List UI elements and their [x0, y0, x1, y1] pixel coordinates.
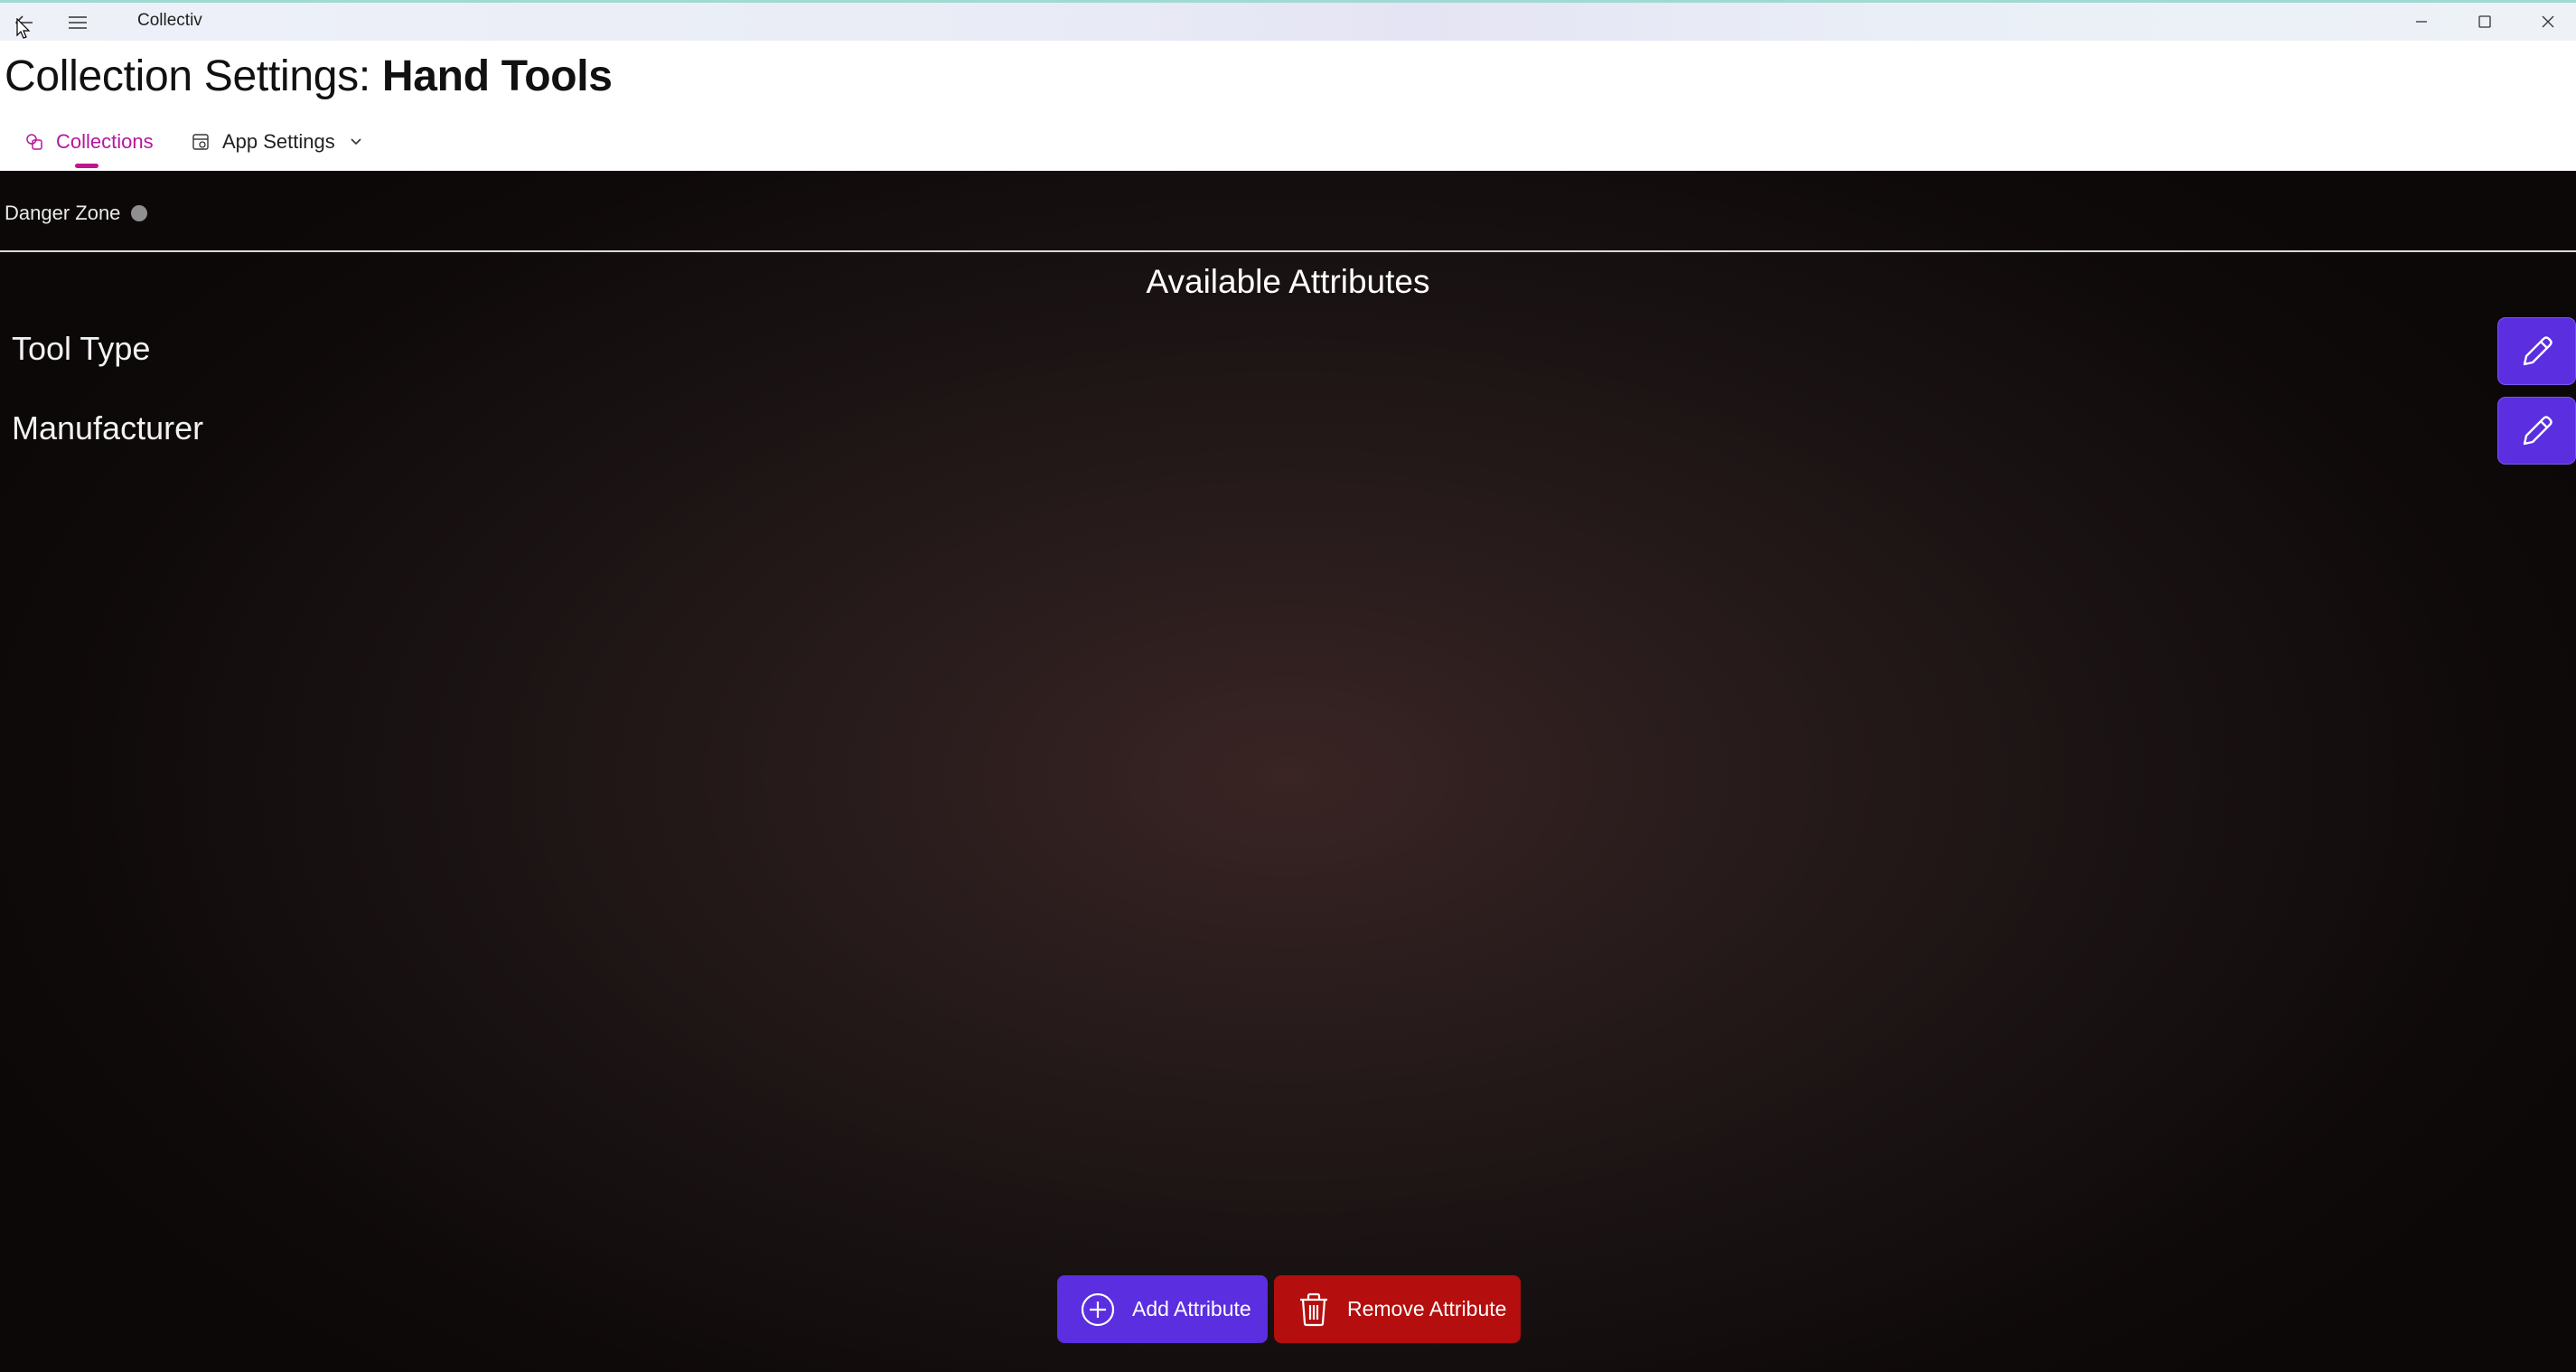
page-title: Collection Settings: Hand Tools	[5, 52, 613, 101]
tab-collections[interactable]: Collections	[25, 124, 154, 168]
mouse-cursor-icon	[16, 17, 31, 44]
attribute-name: Tool Type	[12, 330, 151, 367]
edit-attribute-button[interactable]	[2497, 397, 2576, 465]
list-item: Tool Type	[0, 317, 2576, 386]
tab-app-settings[interactable]: App Settings	[192, 124, 362, 160]
danger-zone-row: Danger Zone	[5, 200, 148, 227]
page-header: Collection Settings: Hand Tools Collecti…	[0, 41, 2576, 171]
edit-attribute-button[interactable]	[2497, 317, 2576, 385]
action-bar: Add Attribute Remove Attribute	[0, 1275, 2576, 1344]
section-title: Available Attributes	[1146, 263, 1430, 300]
close-icon[interactable]	[2516, 3, 2576, 41]
minimize-icon[interactable]	[2390, 3, 2453, 41]
maximize-icon[interactable]	[2453, 3, 2516, 41]
add-attribute-label: Add Attribute	[1132, 1297, 1251, 1320]
app-title: Collectiv	[137, 11, 202, 30]
tab-app-settings-label: App Settings	[222, 130, 335, 153]
tab-collections-label: Collections	[56, 130, 154, 153]
plus-circle-icon	[1080, 1292, 1116, 1328]
tab-selected-indicator	[75, 164, 98, 168]
trash-icon	[1297, 1292, 1331, 1328]
title-bar: Collectiv	[0, 0, 2576, 41]
pencil-edit-icon	[2523, 335, 2553, 365]
remove-attribute-label: Remove Attribute	[1347, 1297, 1507, 1320]
danger-zone-toggle[interactable]	[131, 205, 148, 221]
add-attribute-button[interactable]: Add Attribute	[1057, 1275, 1268, 1343]
hamburger-menu-icon[interactable]	[60, 8, 96, 37]
collections-icon	[25, 133, 43, 151]
danger-zone-label: Danger Zone	[5, 202, 121, 224]
pencil-edit-icon	[2523, 415, 2553, 445]
app-window: Collectiv Collection Settings: Hand Tool…	[0, 0, 2576, 1372]
divider	[0, 250, 2576, 252]
collection-name: Hand Tools	[381, 52, 613, 100]
chevron-down-icon[interactable]	[350, 137, 362, 146]
app-settings-icon	[192, 133, 210, 151]
attribute-name: Manufacturer	[12, 409, 204, 446]
page-title-prefix: Collection Settings:	[5, 52, 382, 100]
remove-attribute-button[interactable]: Remove Attribute	[1274, 1275, 1521, 1343]
list-item: Manufacturer	[0, 397, 2576, 465]
main-content: Danger Zone Available Attributes Tool Ty…	[0, 171, 2576, 1372]
